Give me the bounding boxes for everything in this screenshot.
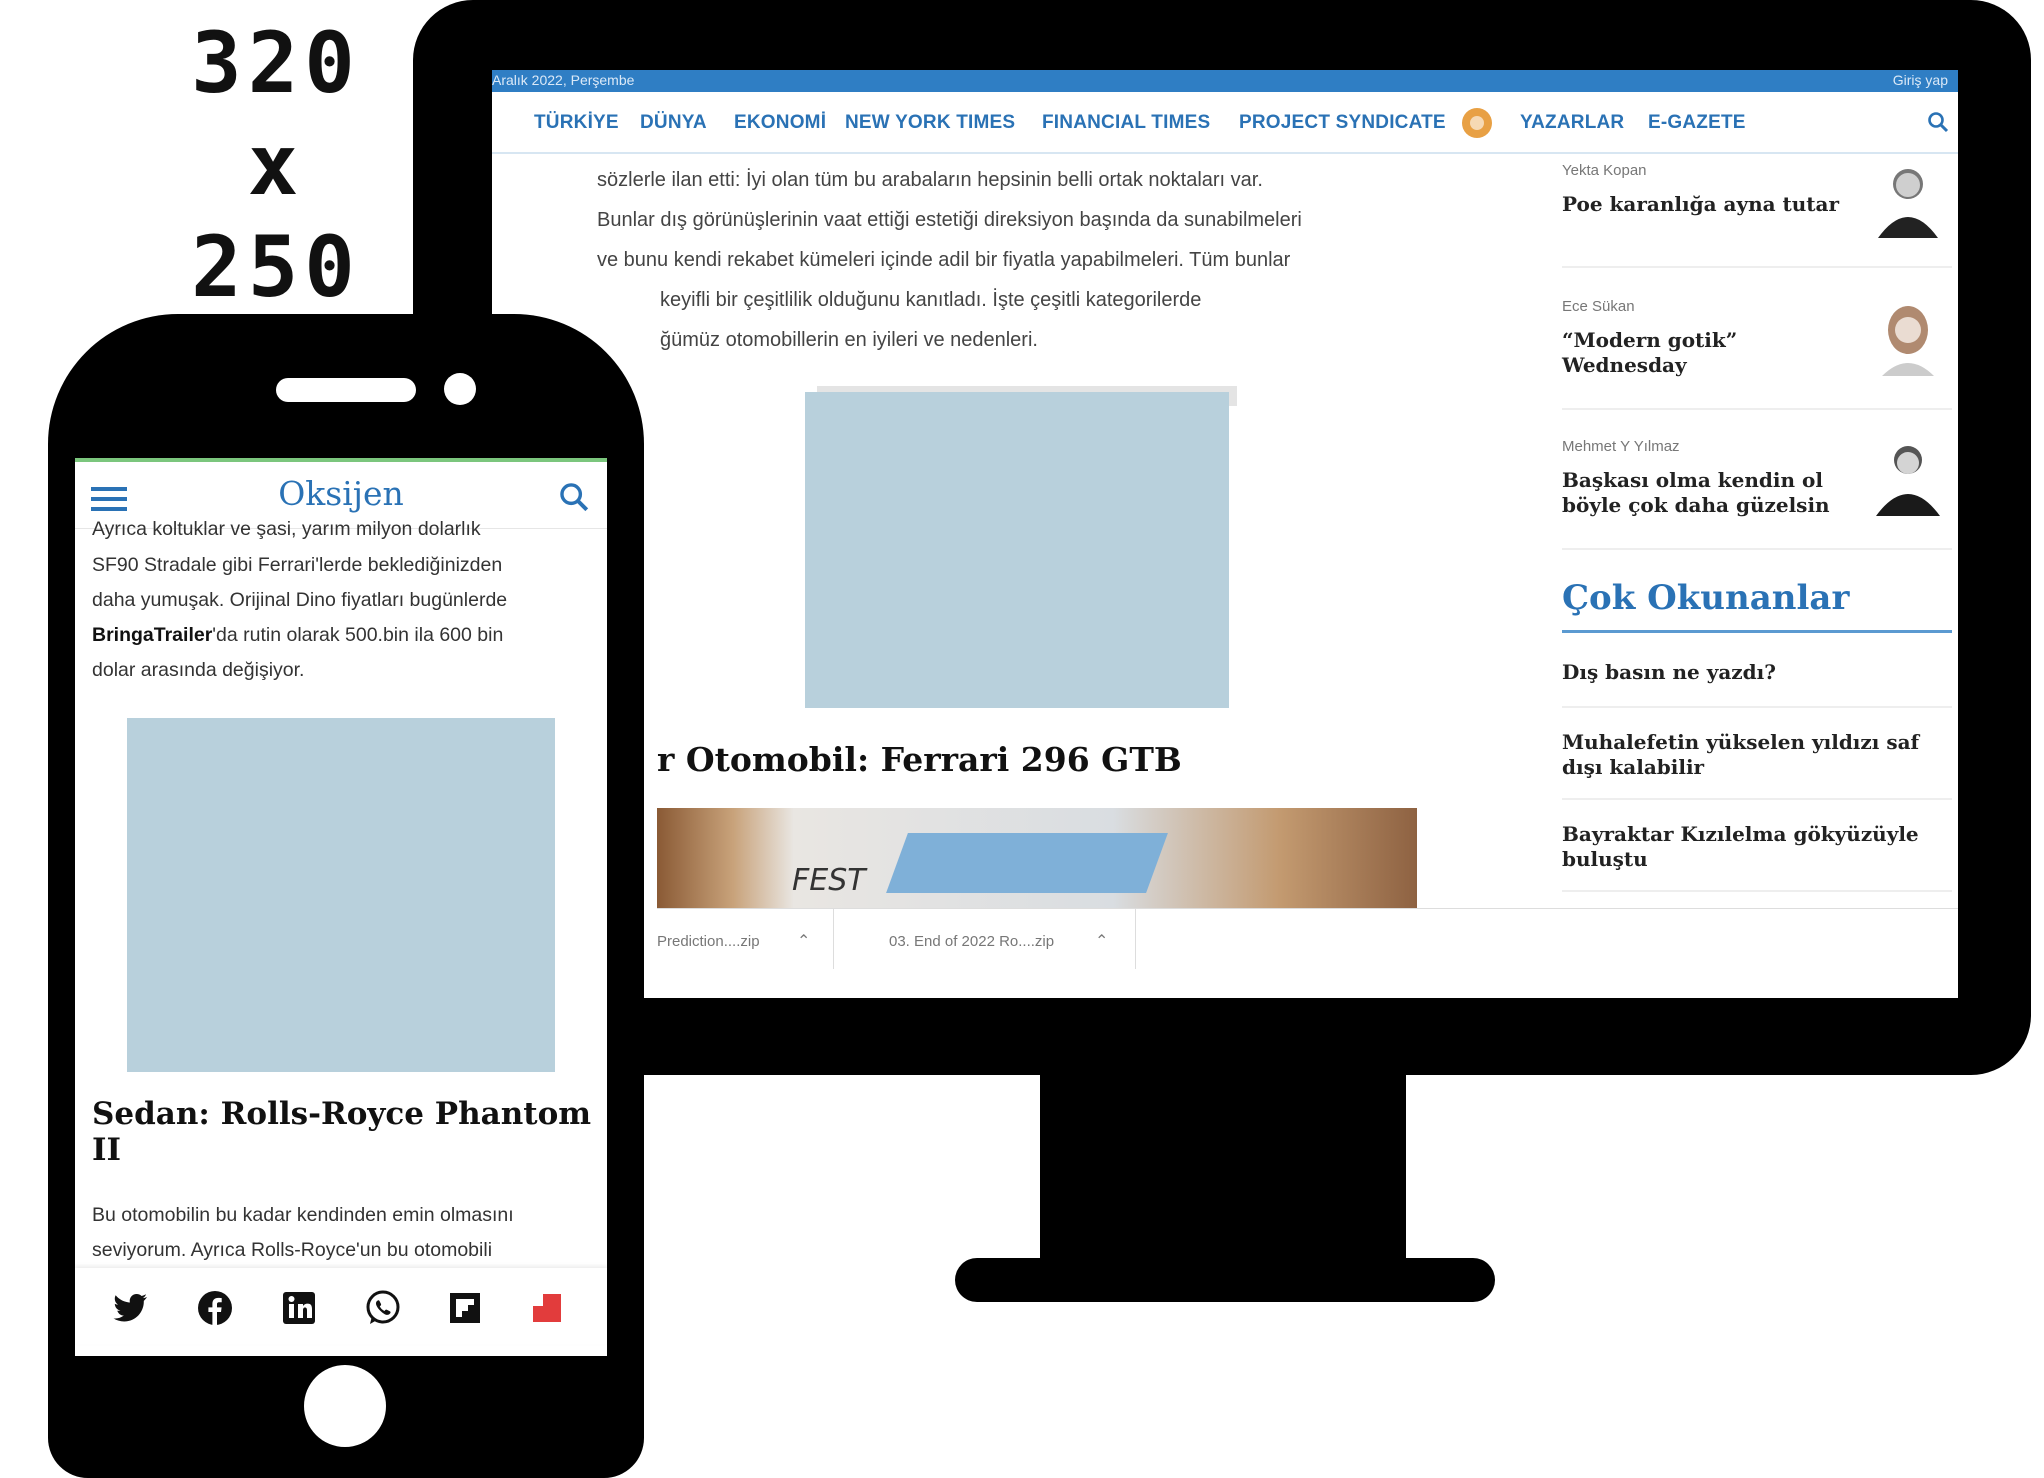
download-item[interactable]: Prediction....zip [657,933,760,950]
nav-project-syndicate[interactable]: PROJECT SYNDICATE [1239,112,1446,134]
divider [1562,266,1952,268]
avatar [1878,169,1938,238]
author-column-title[interactable]: Poe karanlığa ayna tutar [1562,192,1862,217]
article-line: Ayrıca koltuklar ve şasi, yarım milyon d… [92,518,481,540]
chevron-up-icon[interactable]: ⌃ [797,931,810,951]
section-heading: r Otomobil: Ferrari 296 GTB [657,740,1182,779]
twitter-icon[interactable] [111,1288,151,1328]
article-line: seviyorum. Ayrıca Rolls-Royce'un bu otom… [92,1239,493,1261]
mobile-screen: Oksijen Ayrıca koltuklar ve şasi, yarım … [75,458,607,1356]
divider [833,909,834,969]
ad-height: 250 [191,218,361,316]
most-read-title: Çok Okunanlar [1562,578,1850,618]
ad-placeholder[interactable] [805,392,1229,708]
article-line: ğümüz otomobillerin en iyileri ve nedenl… [660,329,1038,351]
most-read-item[interactable]: Dış basın ne yazdı? [1562,660,1862,685]
login-link[interactable]: Giriş yap [1893,72,1948,88]
phone-speaker [276,378,416,402]
image-stage [886,833,1168,893]
nav-yazarlar[interactable]: YAZARLAR [1520,112,1624,134]
ad-x: x [247,116,305,214]
article-image: FEST [657,808,1417,908]
download-bar: Prediction....zip ⌃ 03. End of 2022 Ro..… [657,908,1958,979]
nav-new-york-times[interactable]: NEW YORK TIMES [845,112,1015,134]
article-line: sözlerle ilan etti: İyi olan tüm bu arab… [597,169,1263,191]
date-text: Aralık 2022, Perşembe [492,72,635,88]
most-read-item[interactable]: Muhalefetin yükselen yıldızı saf dışı ka… [1562,730,1922,780]
desktop-screen: Aralık 2022, Perşembe Giriş yap TÜRKİYE … [492,70,1958,998]
article-line-rest: 'da rutin olarak 500.bin ila 600 bin [212,624,504,646]
article-line: SF90 Stradale gibi Ferrari'lerde bekledi… [92,554,503,576]
divider [1562,408,1952,410]
divider [1562,548,1952,550]
nav-turkiye[interactable]: TÜRKİYE [534,112,619,134]
most-read-item[interactable]: Bayraktar Kızılelma gökyüzüyle buluştu [1562,822,1942,872]
banner-text: FEST [792,863,866,898]
divider [1135,909,1136,969]
article-line: dolar arasında değişiyor. [92,659,305,681]
divider [1562,706,1952,708]
oksijen-logo-icon[interactable] [1462,108,1492,138]
article-line: keyifli bir çeşitlilik olduğunu kanıtlad… [660,289,1202,311]
author-name[interactable]: Mehmet Y Yılmaz [1562,438,1680,455]
whatsapp-icon[interactable] [363,1288,403,1328]
divider [1562,798,1952,800]
share-bar [75,1268,607,1344]
article-line: Bunlar dış görünüşlerinin vaat ettiği es… [597,209,1302,231]
ad-size-label: 320 x 250 [176,14,376,320]
divider [1562,630,1952,633]
search-icon[interactable] [1926,110,1950,139]
article-line: ve bunu kendi rekabet kümeleri içinde ad… [597,249,1291,271]
phone-home-button[interactable] [304,1365,386,1447]
site-logo[interactable]: Oksijen [75,474,607,513]
monitor-base [955,1258,1495,1302]
author-name[interactable]: Yekta Kopan [1562,162,1647,179]
nav-ekonomi[interactable]: EKONOMİ [734,112,826,134]
ad-width: 320 [191,14,361,112]
ad-placeholder[interactable] [127,718,555,1072]
facebook-icon[interactable] [195,1288,235,1328]
chevron-up-icon[interactable]: ⌃ [1095,931,1108,951]
article-line: BringaTrailer'da rutin olarak 500.bin il… [92,618,597,653]
author-name[interactable]: Ece Sükan [1562,298,1635,315]
flipboard-icon[interactable] [445,1288,485,1328]
bringatrailer-link[interactable]: BringaTrailer [92,624,212,646]
avatar [1882,306,1934,376]
author-column-title[interactable]: “Modern gotik” Wednesday [1562,328,1862,378]
top-bar: Aralık 2022, Perşembe Giriş yap [492,70,1958,92]
nav-financial-times[interactable]: FINANCIAL TIMES [1042,112,1210,134]
author-column-title[interactable]: Başkası olma kendin ol böyle çok daha gü… [1562,468,1862,518]
download-item[interactable]: 03. End of 2022 Ro....zip [889,933,1054,950]
phone-camera [444,373,476,405]
section-heading: Sedan: Rolls-Royce Phantom II [92,1096,592,1168]
monitor-neck [1040,1070,1406,1270]
linkedin-icon[interactable] [279,1288,319,1328]
article-line: daha yumuşak. Orijinal Dino fiyatları bu… [92,589,508,611]
article-line: Bu otomobilin bu kadar kendinden emin ol… [92,1204,514,1226]
nav-e-gazete[interactable]: E-GAZETE [1648,112,1746,134]
divider [1562,890,1952,892]
bookmark-icon[interactable] [527,1288,567,1328]
main-nav: TÜRKİYE DÜNYA EKONOMİ NEW YORK TIMES FIN… [492,92,1958,154]
avatar [1876,446,1940,516]
nav-dunya[interactable]: DÜNYA [640,112,707,134]
